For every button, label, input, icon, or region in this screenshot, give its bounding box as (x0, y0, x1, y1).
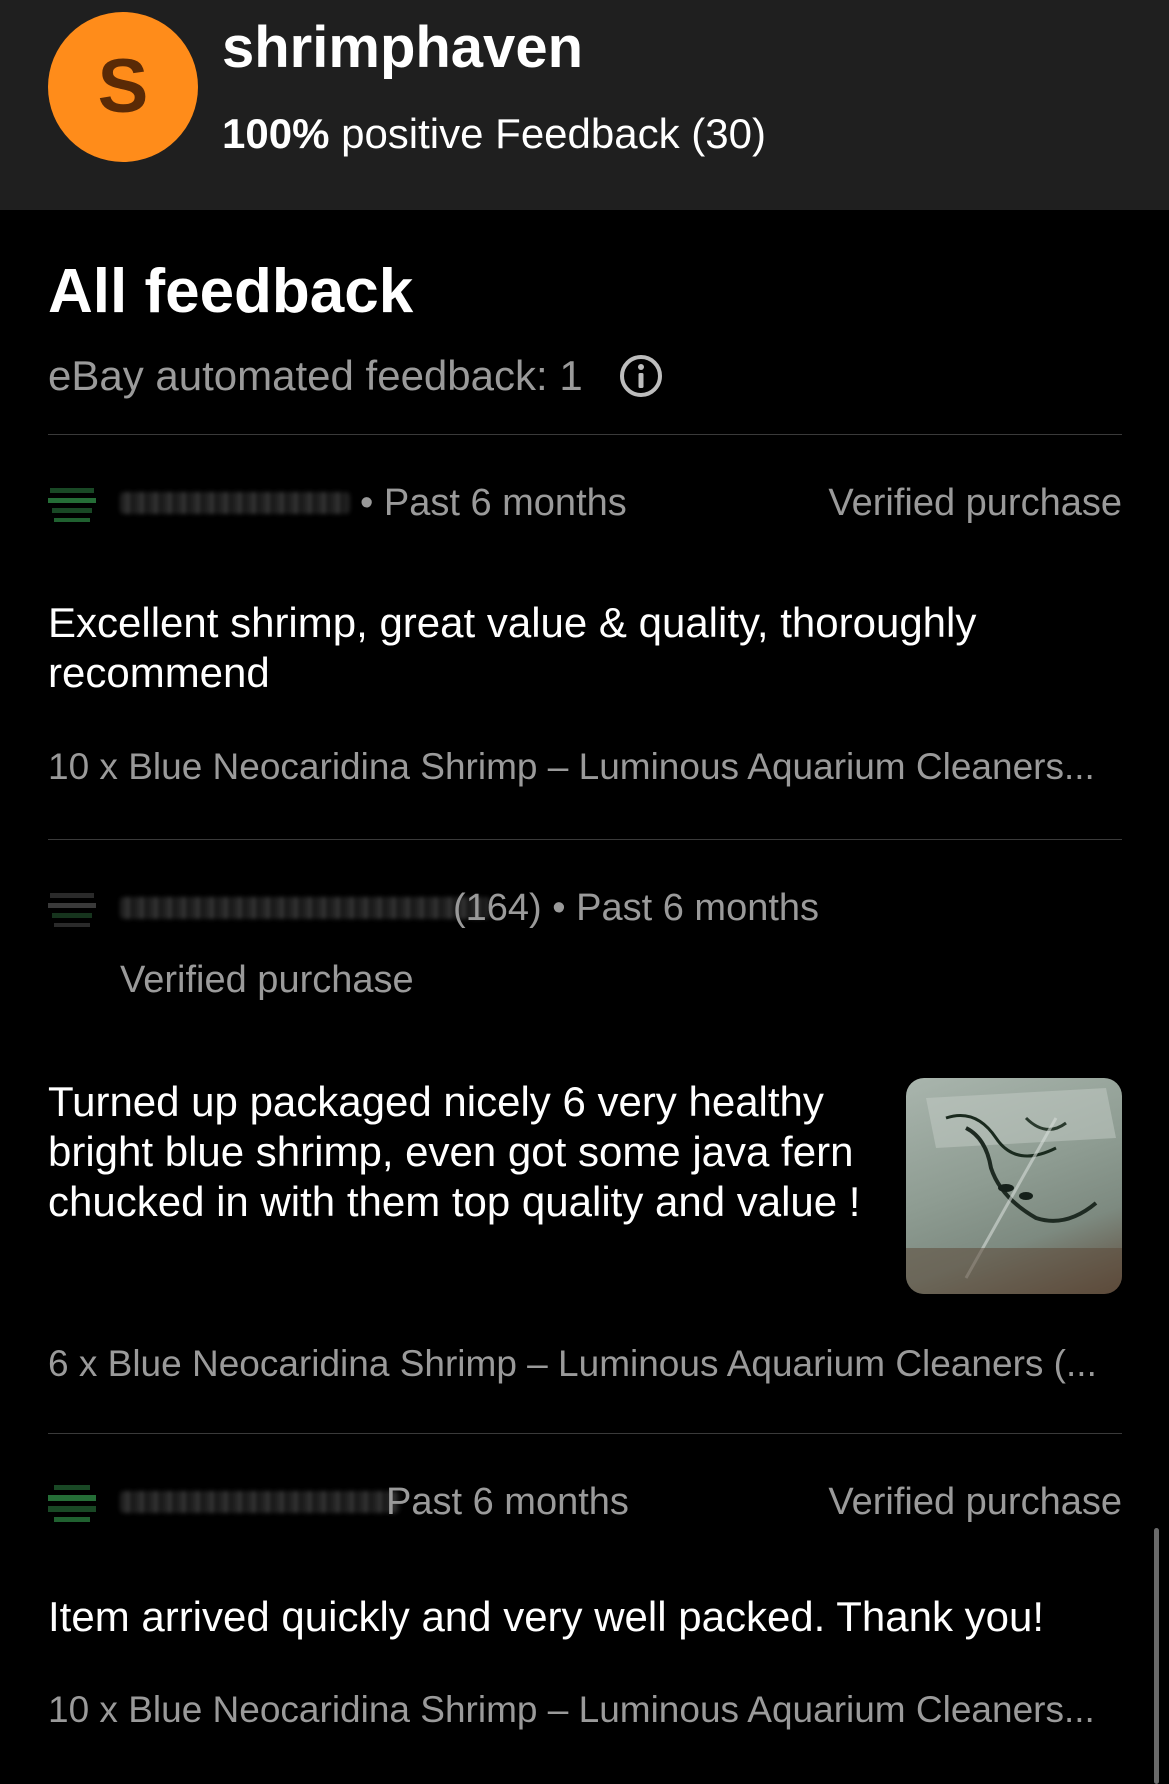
feedback-item-title[interactable]: 10 x Blue Neocaridina Shrimp – Luminous … (48, 746, 1122, 788)
seller-header: S shrimphaven 100% positive Feedback (30… (0, 0, 1169, 210)
divider (48, 434, 1122, 435)
verified-purchase-label: Verified purchase (828, 1481, 1122, 1523)
feedback-item-title[interactable]: 6 x Blue Neocaridina Shrimp – Luminous A… (48, 1343, 1122, 1385)
feedback-meta-row: (164) • Past 6 months (48, 885, 1122, 935)
seller-avatar[interactable]: S (48, 12, 198, 162)
blurred-username (120, 492, 350, 514)
feedback-comment: Excellent shrimp, great value & quality,… (48, 599, 977, 696)
verified-purchase-label: Verified purchase (120, 959, 414, 1001)
user-icon (48, 488, 96, 522)
feedback-meta: • Past 6 months (360, 482, 627, 524)
section-title: All feedback (48, 257, 414, 326)
info-icon[interactable] (619, 354, 663, 398)
feedback-entry: • Past 6 months Verified purchase Excell… (48, 480, 1122, 787)
shrimp-photo (906, 1088, 1122, 1294)
user-icon (48, 893, 96, 927)
verified-purchase-label: Verified purchase (828, 482, 1122, 524)
feedback-item-title[interactable]: 10 x Blue Neocaridina Shrimp – Luminous … (48, 1689, 1122, 1731)
feedback-meta: Past 6 months (386, 1481, 629, 1523)
blurred-username (120, 897, 490, 919)
automated-feedback-label: eBay automated feedback: 1 (48, 352, 583, 399)
feedback-entry: Past 6 months Verified purchase Item arr… (48, 1479, 1122, 1730)
seller-name[interactable]: shrimphaven (222, 16, 583, 80)
avatar-letter: S (97, 44, 149, 129)
feedback-meta-row: Past 6 months Verified purchase (48, 1479, 1122, 1529)
feedback-comment: Turned up packaged nicely 6 very healthy… (48, 1078, 861, 1225)
feedback-count-label: positive Feedback (30) (341, 110, 766, 157)
feedback-entry: (164) • Past 6 months Verified purchase … (48, 885, 1122, 1384)
positive-percentage: 100% (222, 110, 330, 157)
scrollbar[interactable] (1154, 1528, 1159, 1784)
divider (48, 1433, 1122, 1434)
automated-feedback-row: eBay automated feedback: 1 (48, 352, 663, 400)
feedback-meta: (164) • Past 6 months (453, 887, 820, 929)
feedback-comment: Item arrived quickly and very well packe… (48, 1593, 1045, 1640)
feedback-photo-thumbnail[interactable] (906, 1078, 1122, 1294)
blurred-username (120, 1491, 400, 1513)
feedback-meta-row: • Past 6 months Verified purchase (48, 480, 1122, 530)
seller-feedback-score: 100% positive Feedback (30) (222, 110, 766, 158)
divider (48, 839, 1122, 840)
user-icon (48, 1485, 96, 1522)
